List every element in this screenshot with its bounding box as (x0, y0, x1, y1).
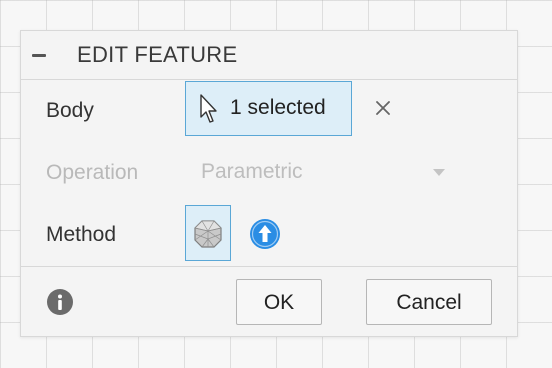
method-label: Method (46, 223, 117, 246)
mesh-cube-icon (194, 220, 222, 248)
body-label: Body (46, 99, 94, 122)
edit-feature-dialog: EDIT FEATURE Body 1 selected Operation P… (20, 30, 518, 337)
method-mesh-button[interactable] (185, 205, 231, 261)
ok-button[interactable]: OK (236, 279, 322, 325)
operation-dropdown[interactable]: Parametric (199, 157, 447, 187)
operation-label: Operation (46, 161, 139, 184)
collapse-minus-icon[interactable] (29, 45, 49, 65)
operation-dropdown-value: Parametric (201, 160, 303, 183)
dialog-header: EDIT FEATURE (21, 31, 517, 80)
body-select-button[interactable]: 1 selected (185, 81, 352, 136)
cancel-button[interactable]: Cancel (366, 279, 492, 325)
cursor-arrow-icon (200, 94, 217, 123)
info-icon[interactable] (46, 288, 74, 316)
selection-count-text: 1 selected (230, 96, 326, 119)
clear-selection-close-icon[interactable] (371, 96, 395, 120)
chevron-down-icon (433, 169, 445, 176)
dialog-footer: OK Cancel (21, 266, 517, 336)
dialog-title: EDIT FEATURE (77, 42, 238, 67)
blue-upload-arrow-icon[interactable] (249, 218, 281, 250)
